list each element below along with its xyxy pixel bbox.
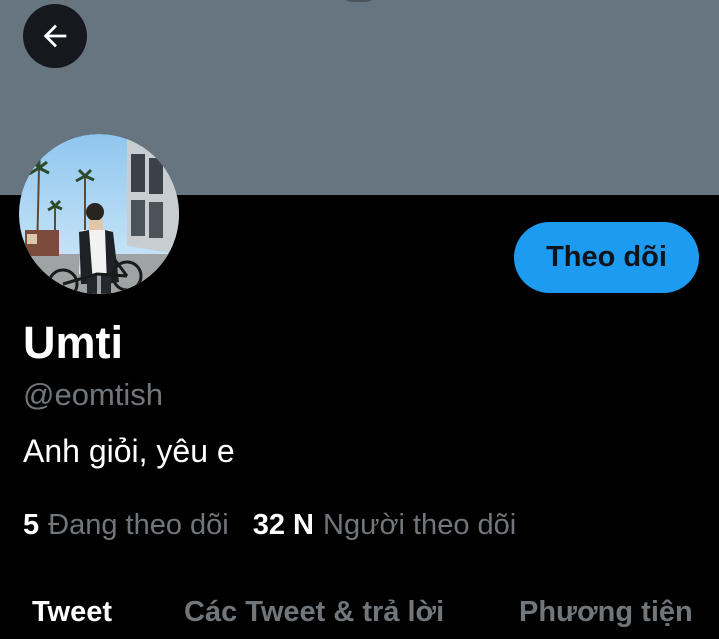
profile-bio: Anh giỏi, yêu e — [23, 433, 235, 469]
back-button[interactable] — [23, 4, 87, 68]
following-label: Đang theo dõi — [48, 509, 229, 541]
arrow-left-icon — [43, 24, 67, 48]
followers-stat[interactable]: 32 N Người theo dõi — [253, 505, 516, 545]
tab-tweets-replies[interactable]: Các Tweet & trả lời — [184, 596, 444, 629]
avatar[interactable] — [19, 134, 179, 294]
display-name: Umti — [23, 317, 123, 368]
tab-media[interactable]: Phương tiện — [519, 596, 693, 629]
followers-count: 32 N — [252, 509, 314, 541]
profile-stats: 5 Đang theo dõi 32 N Người theo dõi — [23, 505, 516, 545]
profile-handle: @eomtish — [23, 377, 164, 412]
profile-photo — [19, 134, 179, 294]
following-count: 5 — [23, 509, 40, 541]
profile-page: Theo dõi Umti @eomtish Anh giỏi, yêu e 5… — [0, 0, 719, 639]
banner-notch — [339, 0, 379, 2]
follow-button[interactable]: Theo dõi — [514, 222, 699, 293]
tab-tweets[interactable]: Tweet — [32, 596, 112, 629]
followers-label: Người theo dõi — [323, 509, 517, 541]
profile-tabs: Tweet Các Tweet & trả lời Phương tiện — [0, 588, 719, 639]
following-stat[interactable]: 5 Đang theo dõi — [23, 505, 229, 545]
